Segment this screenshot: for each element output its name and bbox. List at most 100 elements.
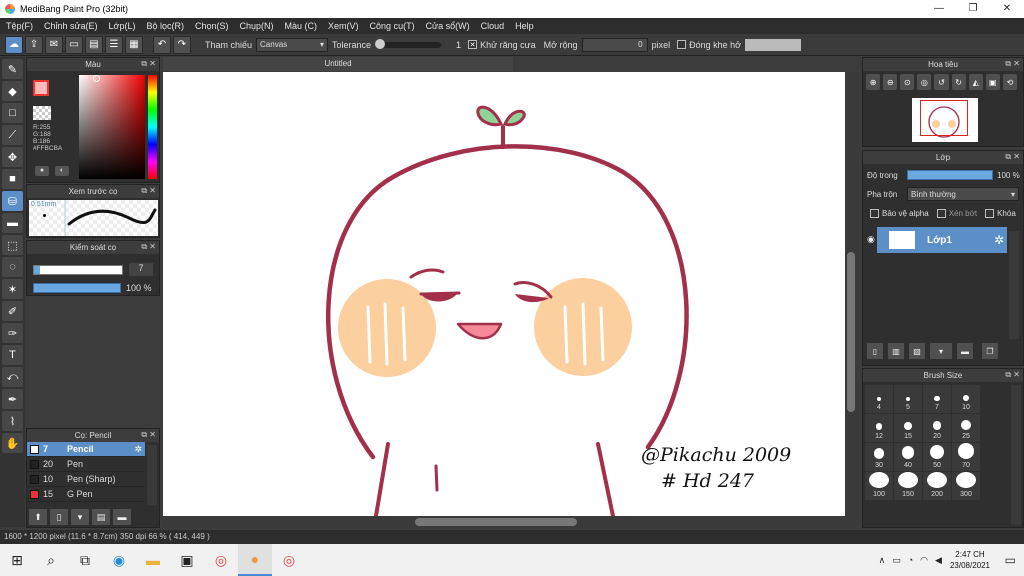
protect-alpha-checkbox[interactable] (870, 209, 879, 218)
gear-icon[interactable]: ✲ (134, 444, 142, 455)
brush-size-cell[interactable]: 70 (952, 443, 980, 471)
menu-view[interactable]: Xem(V) (328, 21, 359, 31)
select-eraser-tool-icon[interactable]: ✑ (2, 323, 23, 343)
gradient-tool-icon[interactable]: ▬ (2, 213, 23, 233)
flip-icon[interactable]: ◭ (968, 74, 983, 90)
text-tool-icon[interactable]: T (2, 345, 23, 365)
lasso-tool-icon[interactable]: ◌ (2, 257, 23, 277)
layer-item[interactable]: Lớp1 ✲ (877, 227, 1007, 253)
brush-item-pen[interactable]: 20 Pen (27, 457, 145, 472)
brush-size-cell[interactable]: 100 (865, 472, 893, 500)
fit-screen-icon[interactable]: ▣ (985, 74, 1000, 90)
layer-folder-icon[interactable]: ▬ (957, 343, 973, 359)
cloud-icon[interactable]: ☁ (5, 35, 23, 54)
menu-edit[interactable]: Chỉnh sửa(E) (44, 21, 98, 31)
reset-icon[interactable]: ⟲ (1002, 74, 1017, 90)
brush-tool-icon[interactable]: ✎ (2, 59, 23, 79)
medibang-icon[interactable]: ● (238, 544, 272, 576)
zoom-actual-icon[interactable]: ◎ (917, 74, 932, 90)
brush-size-cell[interactable]: 12 (865, 414, 893, 442)
expand-input[interactable]: 0 (581, 37, 648, 52)
operation-tool-icon[interactable]: ⤺ (2, 367, 23, 387)
store-icon[interactable]: ▣ (170, 544, 204, 576)
menu-file[interactable]: Tệp(F) (6, 21, 33, 31)
brush-size-cell[interactable]: 150 (894, 472, 922, 500)
menu-color[interactable]: Màu (C) (285, 21, 318, 31)
lock-checkbox[interactable] (985, 209, 995, 218)
panel-controls-icon[interactable]: ⧉ ✕ (1005, 152, 1020, 162)
brush-size-value[interactable]: 7 (129, 263, 153, 276)
bucket-tool-icon[interactable]: ⛁ (2, 191, 23, 211)
eyedropper-tool-icon[interactable]: ⌇ (2, 411, 23, 431)
new-brush-icon[interactable]: ▯ (50, 509, 68, 525)
brush-size-cell[interactable]: 15 (894, 414, 922, 442)
close-gap-checkbox[interactable] (677, 40, 687, 49)
canvas[interactable]: @Pikachu 2009 # Hd 247 (163, 72, 857, 516)
canvas-vertical-scrollbar[interactable] (845, 72, 857, 516)
move-tool-icon[interactable]: ✥ (2, 147, 23, 167)
palette-button[interactable]: ● (35, 166, 49, 176)
brush-size-cell[interactable]: 25 (952, 414, 980, 442)
select-pen-tool-icon[interactable]: ✐ (2, 301, 23, 321)
menu-select[interactable]: Chọn(S) (195, 21, 229, 31)
wifi-icon[interactable]: ◠ (920, 555, 928, 566)
panel-controls-icon[interactable]: ⧉ ✕ (1005, 59, 1020, 69)
chrome-icon[interactable]: ◎ (204, 544, 238, 576)
foreground-color[interactable] (33, 80, 49, 96)
layer-menu-icon[interactable]: ▾ (930, 343, 952, 359)
panel-controls-icon[interactable]: ⧉ ✕ (141, 430, 156, 440)
menu-window[interactable]: Cửa sổ(W) (426, 21, 470, 31)
rectangle-tool-icon[interactable]: □ (2, 103, 23, 123)
brush-size-cell[interactable]: 20 (923, 414, 951, 442)
menu-filter[interactable]: Bộ lọc(R) (146, 21, 184, 31)
layer-list-scrollbar[interactable] (1009, 231, 1019, 339)
grid-icon[interactable]: ▦ (125, 35, 143, 54)
eraser-tool-icon[interactable]: ◆ (2, 81, 23, 101)
tolerance-slider[interactable] (375, 38, 442, 49)
tray-chevron-icon[interactable]: ∧ (879, 555, 886, 566)
file-explorer-icon[interactable]: ▬ (136, 544, 170, 576)
reference-select[interactable]: Canvas ▾ (256, 37, 329, 52)
duplicate-layer-icon[interactable]: ❐ (982, 343, 998, 359)
brush-opacity-bar[interactable] (33, 283, 121, 293)
brush-item-g-pen[interactable]: 15 G Pen (27, 487, 145, 502)
brush-size-cell[interactable]: 4 (865, 385, 893, 413)
redo-button[interactable]: ↷ (173, 35, 191, 54)
close-gap-slider[interactable] (745, 38, 802, 51)
brush-folder-icon[interactable]: ▬ (113, 509, 131, 525)
brush-size-cell[interactable]: 300 (952, 472, 980, 500)
brush-size-cell[interactable]: 7 (923, 385, 951, 413)
close-button[interactable]: ✕ (990, 0, 1024, 18)
clock[interactable]: 2:47 CH 23/08/2021 (950, 549, 990, 571)
zoom-in-icon[interactable]: ⊕ (866, 74, 881, 90)
canvas-horizontal-scrollbar[interactable] (163, 516, 857, 528)
brush-item-pen-sharp[interactable]: 10 Pen (Sharp) (27, 472, 145, 487)
share-icon[interactable]: ⇪ (25, 35, 43, 54)
brush-settings-icon[interactable]: ▤ (92, 509, 110, 525)
zoom-out-icon[interactable]: ⊖ (883, 74, 898, 90)
minimize-button[interactable]: — (922, 0, 956, 18)
chrome-profile-icon[interactable]: ◎ (272, 544, 306, 576)
notification-icon[interactable]: ▭ (1005, 553, 1016, 567)
antialias-checkbox[interactable]: ✕ (468, 40, 478, 49)
hand-tool-icon[interactable]: ✋ (2, 433, 23, 453)
saturation-value-picker[interactable] (79, 75, 145, 179)
brush-size-cell[interactable]: 200 (923, 472, 951, 500)
speech-icon[interactable]: ▭ (65, 35, 83, 54)
comment-icon[interactable]: ✉ (45, 35, 63, 54)
new-halftone-layer-icon[interactable]: ▥ (888, 343, 904, 359)
brush-size-cell[interactable]: 50 (923, 443, 951, 471)
brush-size-scrollbar[interactable] (1011, 385, 1021, 525)
undo-button[interactable]: ↶ (153, 35, 171, 54)
rotate-right-icon[interactable]: ↻ (951, 74, 966, 90)
network-icon[interactable]: ◔ (908, 555, 913, 565)
navigator-viewport[interactable] (920, 100, 968, 136)
battery-icon[interactable]: ▭ (892, 555, 901, 566)
menu-help[interactable]: Help (515, 21, 534, 31)
blur-tool-icon[interactable]: ✒ (2, 389, 23, 409)
list-icon[interactable]: ☰ (105, 35, 123, 54)
menu-cloud[interactable]: Cloud (481, 21, 505, 31)
select-rect-tool-icon[interactable]: ⬚ (2, 235, 23, 255)
menu-snap[interactable]: Chụp(N) (240, 21, 274, 31)
blend-mode-select[interactable]: Bình thường ▾ (907, 187, 1019, 201)
